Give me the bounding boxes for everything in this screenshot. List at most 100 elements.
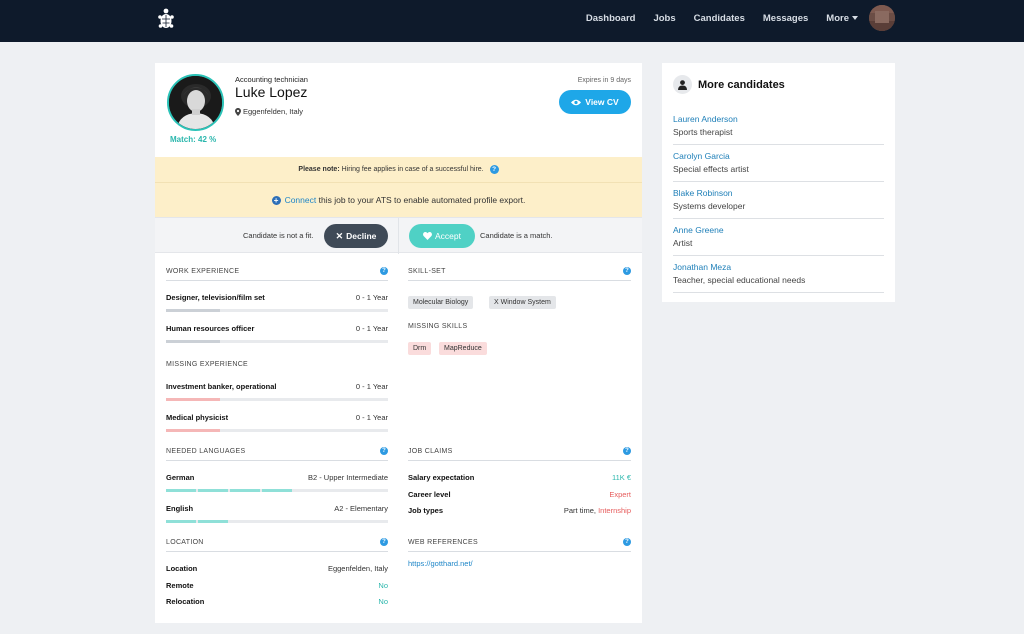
chevron-down-icon <box>852 15 858 20</box>
languages-title: NEEDED LANGUAGES <box>166 448 246 455</box>
experience-label: Designer, television/film set <box>166 293 265 302</box>
location-value: Eggenfelden, Italy <box>327 564 388 573</box>
nav-jobs[interactable]: Jobs <box>653 13 675 24</box>
career-label: Career level <box>408 490 451 499</box>
divider <box>408 551 631 552</box>
not-fit-text: Candidate is not a fit. <box>243 231 314 240</box>
turtle-logo-icon[interactable] <box>158 8 174 30</box>
experience-bar <box>166 340 388 343</box>
experience-value: 0 - 1 Year <box>355 324 388 333</box>
candidate-link[interactable]: Blake Robinson <box>673 188 733 198</box>
view-cv-label: View CV <box>585 97 619 107</box>
language-bar <box>166 520 388 523</box>
language-label: German <box>166 473 195 482</box>
relocation-value: No <box>378 597 388 606</box>
help-icon[interactable]: ? <box>623 447 631 455</box>
help-icon[interactable]: ? <box>380 538 388 546</box>
location-label: Location <box>166 564 198 573</box>
nav-messages[interactable]: Messages <box>763 13 808 24</box>
candidate-job: Special effects artist <box>673 164 749 174</box>
experience-bar <box>166 309 388 312</box>
language-label: English <box>166 504 194 513</box>
job-type-internship: Internship <box>598 506 631 515</box>
help-icon[interactable]: ? <box>380 267 388 275</box>
job-claims-title: JOB CLAIMS <box>408 448 453 455</box>
help-icon[interactable]: ? <box>489 164 499 174</box>
accept-label: Accept <box>435 231 461 241</box>
user-icon <box>673 75 692 94</box>
career-value: Expert <box>609 490 631 499</box>
candidate-card: Match: 42 % Accounting technician Luke L… <box>155 63 642 623</box>
more-candidates-title: More candidates <box>698 78 785 91</box>
is-match-text: Candidate is a match. <box>480 231 553 240</box>
language-bar <box>166 489 388 492</box>
location-title: LOCATION <box>166 539 204 546</box>
missing-skills-title: MISSING SKILLS <box>408 323 468 330</box>
missing-skill-tag: MapReduce <box>439 342 487 355</box>
view-cv-button[interactable]: View CV <box>559 90 631 114</box>
skill-tag: X Window System <box>489 296 556 309</box>
candidate-list-item[interactable]: Anne Greene Artist <box>673 219 884 256</box>
plus-circle-icon: + <box>271 196 281 206</box>
work-experience-title: WORK EXPERIENCE <box>166 268 240 275</box>
candidate-list-item[interactable]: Lauren Anderson Sports therapist <box>673 108 884 145</box>
divider <box>166 551 388 552</box>
ats-connect-bar: + Connect this job to your ATS to enable … <box>155 182 642 217</box>
accept-button[interactable]: Accept <box>409 224 475 248</box>
connect-link[interactable]: Connect <box>285 195 317 205</box>
candidate-photo <box>167 74 224 131</box>
missing-experience-label: Investment banker, operational <box>166 382 277 391</box>
candidate-link[interactable]: Lauren Anderson <box>673 114 738 124</box>
candidate-job: Teacher, special educational needs <box>673 275 806 285</box>
web-references-title: WEB REFERENCES <box>408 539 478 546</box>
candidate-list-item[interactable]: Blake Robinson Systems developer <box>673 182 884 219</box>
missing-experience-bar <box>166 398 388 401</box>
salary-label: Salary expectation <box>408 473 475 482</box>
candidate-link[interactable]: Carolyn Garcia <box>673 151 730 161</box>
remote-label: Remote <box>166 581 194 590</box>
more-candidates-panel: More candidates Lauren Anderson Sports t… <box>662 63 895 302</box>
nav-more[interactable]: More <box>826 13 858 24</box>
candidate-job: Sports therapist <box>673 127 733 137</box>
candidate-list-item[interactable]: Carolyn Garcia Special effects artist <box>673 145 884 182</box>
more-candidates-header: More candidates <box>673 75 785 94</box>
missing-experience-bar <box>166 429 388 432</box>
nav-more-label: More <box>826 12 849 24</box>
candidate-job: Systems developer <box>673 201 746 211</box>
job-types-value: Part time, Internship <box>564 506 631 515</box>
web-reference-link[interactable]: https://gotthard.net/ <box>408 559 473 568</box>
candidate-location: Eggenfelden, Italy <box>235 107 303 116</box>
language-value: A2 - Elementary <box>334 504 388 513</box>
missing-skill-tag: Drm <box>408 342 432 355</box>
user-avatar[interactable] <box>869 5 895 31</box>
language-value: B2 - Upper Intermediate <box>307 473 388 482</box>
divider <box>408 460 631 461</box>
salary-value: 11K € <box>611 473 631 482</box>
help-icon[interactable]: ? <box>623 538 631 546</box>
nav-dashboard[interactable]: Dashboard <box>586 13 636 24</box>
divider <box>166 460 388 461</box>
candidate-link[interactable]: Anne Greene <box>673 225 724 235</box>
match-score: Match: 42 % <box>170 135 217 144</box>
missing-experience-label: Medical physicist <box>166 413 229 422</box>
candidate-occupation: Accounting technician <box>235 75 308 84</box>
candidate-link[interactable]: Jonathan Meza <box>673 262 731 272</box>
top-navbar: Dashboard Jobs Candidates Messages More <box>0 0 1024 42</box>
hiring-fee-note: Please note: Hiring fee applies in case … <box>155 157 642 182</box>
missing-experience-value: 0 - 1 Year <box>355 413 388 422</box>
job-type-part-time: Part time, <box>563 506 596 515</box>
skill-tag: Molecular Biology <box>408 296 474 309</box>
eye-icon <box>571 99 582 105</box>
nav-candidates[interactable]: Candidates <box>694 13 745 24</box>
decline-button[interactable]: ✕ Decline <box>324 224 388 248</box>
divider <box>408 280 631 281</box>
connect-text: this job to your ATS to enable automated… <box>318 195 526 205</box>
candidate-list-item[interactable]: Jonathan Meza Teacher, special education… <box>673 256 884 293</box>
skill-set-title: SKILL-SET <box>408 268 446 275</box>
job-types-label: Job types <box>408 506 444 515</box>
help-icon[interactable]: ? <box>380 447 388 455</box>
relocation-label: Relocation <box>166 597 205 606</box>
experience-value: 0 - 1 Year <box>355 293 388 302</box>
help-icon[interactable]: ? <box>623 267 631 275</box>
missing-experience-title: MISSING EXPERIENCE <box>166 361 249 368</box>
